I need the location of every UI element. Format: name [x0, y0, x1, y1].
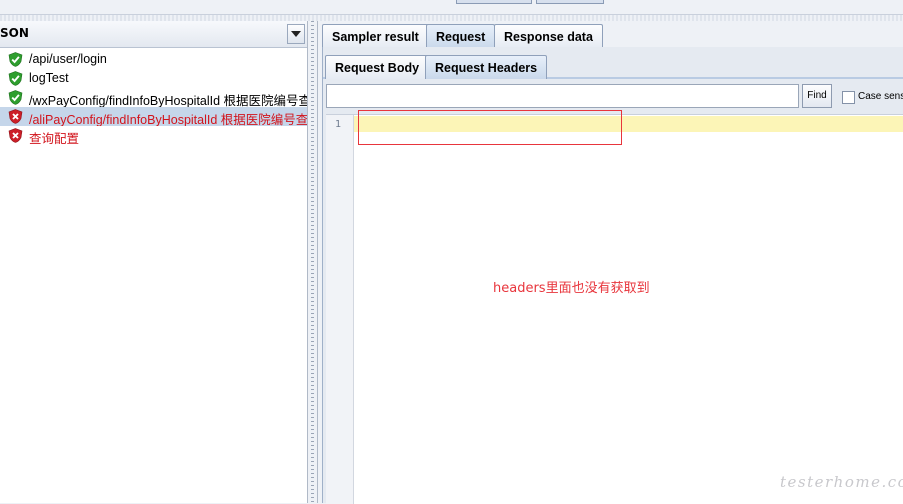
- tab-request-body[interactable]: Request Body: [325, 55, 430, 79]
- tab-request[interactable]: Request: [426, 24, 496, 48]
- annotation-text: headers里面也没有获取到: [493, 281, 650, 296]
- line-number: 1: [335, 119, 342, 130]
- tree-item[interactable]: /api/user/login: [0, 50, 307, 69]
- line-number-gutter: 1: [326, 115, 354, 504]
- tree-item-label: /api/user/login: [29, 52, 107, 66]
- case-sensitive-label: Case sens: [858, 91, 903, 102]
- toolbar-button[interactable]: [456, 0, 532, 4]
- case-sensitive-checkbox[interactable]: [842, 91, 855, 104]
- toolbar-button[interactable]: [536, 0, 604, 4]
- tree-item-selected[interactable]: /aliPayConfig/findInfoByHospitalId 根据医院编…: [0, 107, 307, 126]
- watermark: testerhome.com: [780, 473, 903, 491]
- tree-item-label: /wxPayConfig/findInfoByHospitalId 根据医院编号…: [29, 94, 307, 107]
- headers-text-area[interactable]: 1: [326, 114, 903, 504]
- tab-response-data[interactable]: Response data: [494, 24, 603, 48]
- success-shield-icon: [8, 71, 23, 86]
- top-toolbar: [0, 0, 903, 15]
- splitter-handle[interactable]: [307, 21, 318, 503]
- tree-item[interactable]: logTest: [0, 69, 307, 88]
- find-button[interactable]: Find: [802, 84, 832, 108]
- success-shield-icon: [8, 90, 23, 105]
- tree-item[interactable]: 查询配置: [0, 126, 307, 145]
- tab-sampler-result[interactable]: Sampler result: [322, 24, 429, 48]
- annotation-box: [358, 110, 622, 145]
- success-shield-icon: [8, 52, 23, 67]
- failure-shield-icon: [8, 128, 23, 143]
- result-detail-panel: Sampler result Request Response data Req…: [318, 21, 903, 504]
- tree-header-label: SON: [0, 26, 29, 40]
- tree-item[interactable]: /wxPayConfig/findInfoByHospitalId 根据医院编号…: [0, 88, 307, 107]
- tree-item-label: /aliPayConfig/findInfoByHospitalId 根据医院编…: [29, 113, 307, 126]
- dropdown-button[interactable]: [287, 24, 305, 44]
- failure-shield-icon: [8, 109, 23, 124]
- tab-request-headers[interactable]: Request Headers: [425, 55, 548, 79]
- tree-header: SON: [0, 21, 307, 48]
- tree-item-label: 查询配置: [29, 132, 80, 145]
- search-input[interactable]: [326, 84, 799, 108]
- results-tree-panel: SON /api/user/login logTest /wxPayConfig…: [0, 21, 307, 503]
- chevron-down-icon: [291, 31, 301, 37]
- tree-item-label: logTest: [29, 71, 69, 85]
